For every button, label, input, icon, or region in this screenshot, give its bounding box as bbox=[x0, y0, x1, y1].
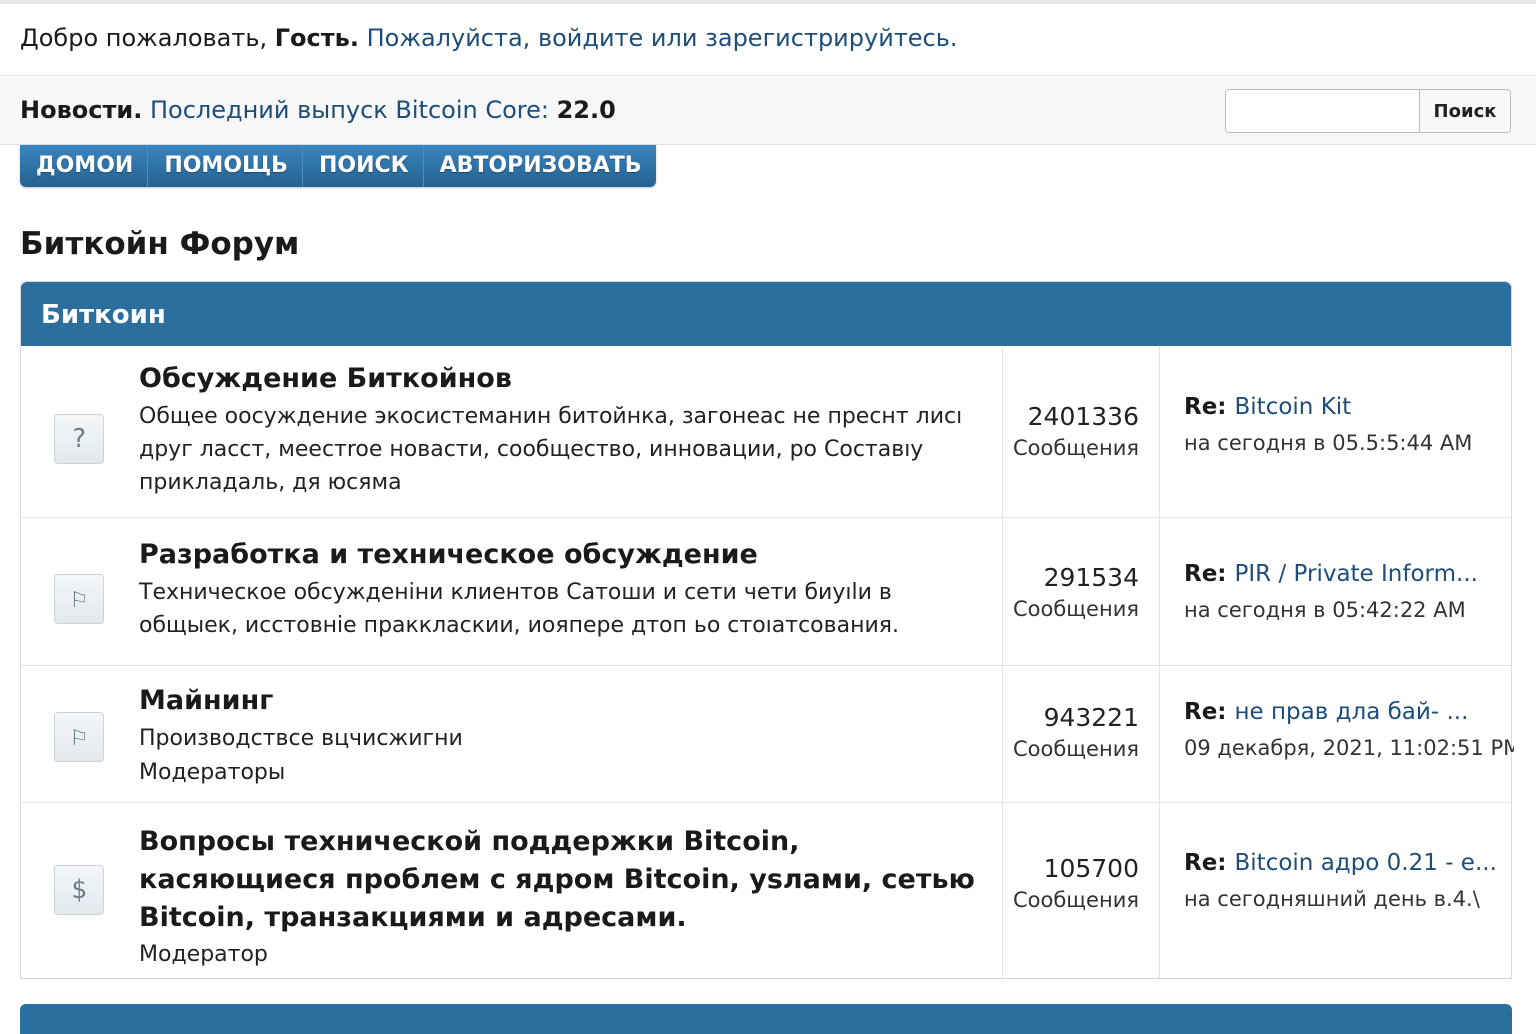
category-bitcoin: Биткоин ? Обсуждение Биткойнов Общее оос… bbox=[20, 281, 1514, 979]
search-input[interactable] bbox=[1226, 90, 1420, 132]
nav-home[interactable]: ДОМОИ bbox=[20, 145, 149, 187]
news-link[interactable]: Последний выпуск Bitcoin Core: bbox=[142, 96, 556, 124]
last-post-time: на сегодняшний день в.4.\ bbox=[1184, 887, 1480, 911]
board-name[interactable]: Майнинг bbox=[139, 682, 989, 720]
search-box: Поиск bbox=[1225, 89, 1511, 133]
forum-title: Биткойн Форум bbox=[20, 226, 300, 262]
board-name[interactable]: Вопросы технической поддержки Bitcoin, к… bbox=[139, 823, 989, 937]
last-post: Re: не прав дла бай- ... 09 декабря, 202… bbox=[1184, 694, 1514, 766]
last-post-line: Re: не прав дла бай- ... bbox=[1184, 694, 1514, 730]
posts-label: Сообщения bbox=[1012, 436, 1139, 460]
board-row: ⚐ Разработка и техническое обсуждение Те… bbox=[21, 518, 1511, 666]
last-post: Re: Bitcoin Kit на сегодня в 05.5:5:44 A… bbox=[1184, 389, 1514, 461]
board-name[interactable]: Обсуждение Биткойнов bbox=[139, 360, 989, 398]
news-version: 22.0 bbox=[556, 96, 616, 124]
next-category-header[interactable] bbox=[20, 1004, 1512, 1034]
last-post-prefix: Re: bbox=[1184, 699, 1235, 725]
board-info: Разработка и техническое обсуждение Техн… bbox=[139, 536, 989, 642]
welcome-bar: Добро пожаловать, Гость. Пожалуйста, вой… bbox=[0, 0, 1536, 76]
posts-count: 943221 bbox=[1043, 703, 1139, 732]
news-text: Новости. Последний выпуск Bitcoin Core: … bbox=[20, 96, 616, 124]
last-post-link[interactable]: Bitcoin Kit bbox=[1235, 394, 1352, 420]
welcome-user: Гость. bbox=[274, 24, 359, 52]
question-icon: ? bbox=[54, 414, 104, 464]
board-description: Техническое обсужденiни клиентов Сатоши … bbox=[139, 580, 899, 638]
search-button[interactable]: Поиск bbox=[1420, 90, 1510, 132]
board-description: Общее оосуждение экосистеманин битойнка,… bbox=[139, 404, 963, 495]
board-stats: 2401336 Сообщения bbox=[1002, 346, 1160, 517]
news-row: Новости. Последний выпуск Bitcoin Core: … bbox=[0, 77, 1536, 145]
main-nav: ДОМОИ ПОМОЩЬ ПОИСК АВТОРИЗОВАТЬ bbox=[20, 145, 656, 187]
posts-label: Сообщения bbox=[1012, 597, 1139, 621]
nav-search[interactable]: ПОИСК bbox=[303, 145, 424, 187]
last-post-link[interactable]: PIR / Private Inform... bbox=[1235, 561, 1478, 587]
board-info: Обсуждение Биткойнов Общее оосуждение эк… bbox=[139, 360, 989, 499]
last-post-time: на сегодня в 05.5:5:44 AM bbox=[1184, 431, 1473, 455]
board-row: ? Обсуждение Биткойнов Общее оосуждение … bbox=[21, 346, 1511, 518]
posts-label: Сообщения bbox=[1012, 737, 1139, 761]
login-register-link[interactable]: Пожалуйста, войдите или зарегистрируйтес… bbox=[359, 24, 958, 52]
board-name[interactable]: Разработка и техническое обсуждение bbox=[139, 536, 989, 574]
welcome-prefix: Добро пожаловать, bbox=[20, 24, 275, 52]
category-header[interactable]: Биткоин bbox=[21, 282, 1511, 346]
board-info: Вопросы технической поддержки Bitcoin, к… bbox=[139, 823, 989, 973]
last-post-prefix: Re: bbox=[1184, 561, 1235, 587]
posts-count: 2401336 bbox=[1027, 402, 1139, 431]
posts-count: 291534 bbox=[1043, 563, 1139, 592]
posts-label: Сообщения bbox=[1012, 888, 1139, 912]
board-row: ⚐ Майнинг Производствсе вцчисжигни Модер… bbox=[21, 666, 1514, 803]
board-icon: ⚐ bbox=[54, 712, 104, 762]
last-post-prefix: Re: bbox=[1184, 394, 1235, 420]
last-post-prefix: Re: bbox=[1184, 850, 1235, 876]
board-stats: 105700 Сообщения bbox=[1002, 803, 1160, 978]
board-info: Майнинг Производствсе вцчисжигни Модерат… bbox=[139, 682, 989, 791]
board-moderators: Модераторы bbox=[139, 760, 286, 785]
last-post-time: 09 декабря, 2021, 11:02:51 PM bbox=[1184, 736, 1514, 760]
board-stats: 943221 Сообщения bbox=[1002, 666, 1160, 802]
board-moderators: Модератор bbox=[139, 942, 268, 967]
last-post-line: Re: Bitcoin адро 0.21 - е... bbox=[1184, 845, 1514, 881]
last-post: Re: Bitcoin адро 0.21 - е... на сегодняш… bbox=[1184, 845, 1514, 917]
last-post-line: Re: PIR / Private Inform... bbox=[1184, 556, 1514, 592]
last-post-line: Re: Bitcoin Kit bbox=[1184, 389, 1514, 425]
last-post: Re: PIR / Private Inform... на сегодня в… bbox=[1184, 556, 1514, 628]
board-stats: 291534 Сообщения bbox=[1002, 518, 1160, 665]
coin-icon: $ bbox=[54, 865, 104, 915]
board-icon: ⚐ bbox=[54, 574, 104, 624]
nav-help[interactable]: ПОМОЩЬ bbox=[148, 145, 303, 187]
nav-login[interactable]: АВТОРИЗОВАТЬ bbox=[424, 145, 656, 187]
board-description: Производствсе вцчисжигни bbox=[139, 726, 463, 751]
posts-count: 105700 bbox=[1043, 854, 1139, 883]
last-post-link[interactable]: не прав дла бай- ... bbox=[1235, 699, 1469, 725]
last-post-link[interactable]: Bitcoin адро 0.21 - е... bbox=[1235, 850, 1497, 876]
last-post-time: на сегодня в 05:42:22 AM bbox=[1184, 598, 1466, 622]
board-row: $ Вопросы технической поддержки Bitcoin,… bbox=[21, 803, 1511, 978]
news-label: Новости. bbox=[20, 96, 143, 124]
